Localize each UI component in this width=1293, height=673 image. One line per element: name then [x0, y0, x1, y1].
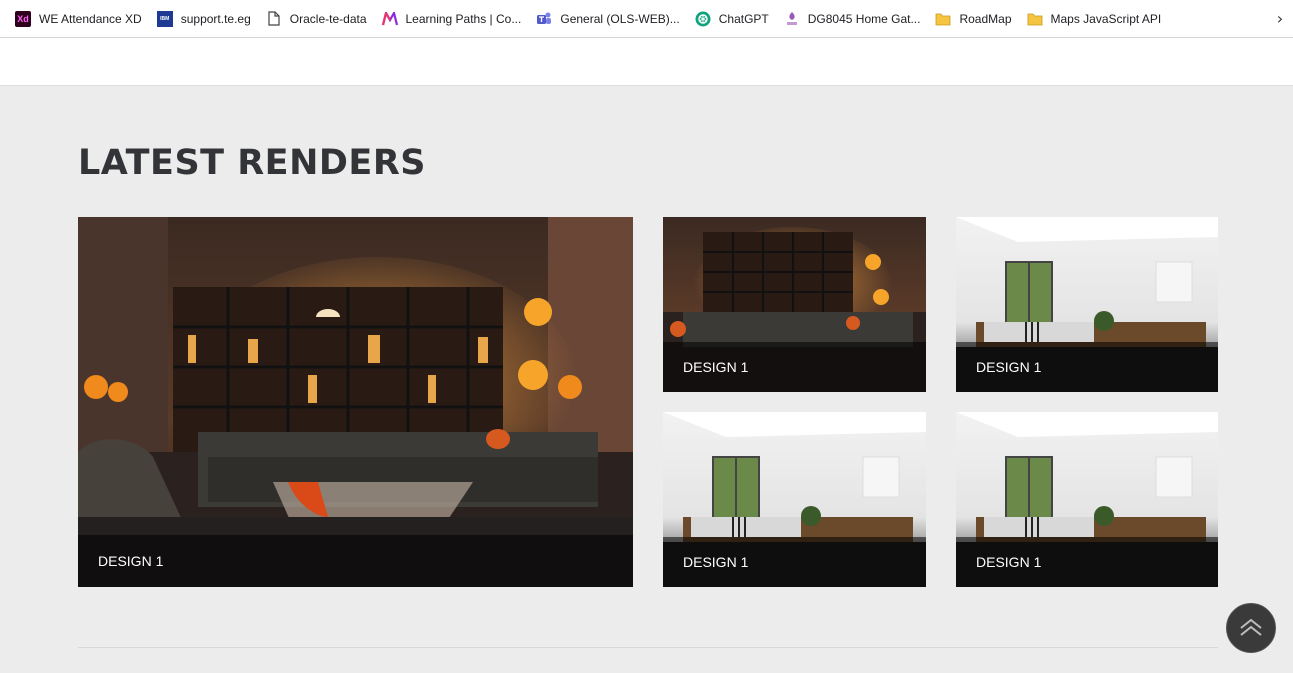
render-card-large[interactable]: DESIGN 1: [78, 217, 633, 587]
render-caption: DESIGN 1: [956, 537, 1218, 587]
bookmark-chatgpt[interactable]: ChatGPT: [692, 5, 777, 33]
section-title: LATEST RENDERS: [78, 143, 426, 183]
bookmark-maps-javascript-api[interactable]: Maps JavaScript API: [1024, 5, 1170, 33]
render-caption: DESIGN 1: [663, 537, 926, 587]
bookmark-label: Oracle-te-data: [289, 11, 367, 26]
bookmark-dg8045-home-gateway[interactable]: DG8045 Home Gat...: [781, 5, 929, 33]
render-caption: DESIGN 1: [956, 342, 1218, 392]
folder-icon: [1027, 11, 1043, 27]
page-icon: [266, 11, 282, 27]
bookmark-label: support.te.eg: [180, 11, 251, 26]
ibm-icon: IBM: [156, 10, 173, 27]
teams-icon: [536, 11, 552, 27]
bookmark-label: DG8045 Home Gat...: [807, 11, 921, 26]
bookmark-general-ols-web[interactable]: General (OLS-WEB)...: [533, 5, 687, 33]
bookmark-learning-paths[interactable]: Learning Paths | Co...: [379, 5, 530, 33]
chatgpt-icon: [695, 11, 711, 27]
bookmark-oracle-te-data[interactable]: Oracle-te-data: [263, 5, 375, 33]
render-caption: DESIGN 1: [78, 535, 633, 587]
bookmark-roadmap[interactable]: RoadMap: [932, 5, 1019, 33]
render-card[interactable]: DESIGN 1: [663, 217, 926, 392]
render-card[interactable]: DESIGN 1: [956, 217, 1218, 392]
bookmarks-bar: Xd WE Attendance XD IBM support.te.eg Or…: [0, 0, 1293, 38]
scroll-to-top-button[interactable]: [1226, 603, 1276, 653]
render-card[interactable]: DESIGN 1: [663, 412, 926, 587]
bookmark-label: Maps JavaScript API: [1050, 11, 1162, 26]
folder-icon: [935, 11, 951, 27]
double-chevron-up-icon: [1240, 618, 1262, 636]
bookmark-we-attendance-xd[interactable]: Xd WE Attendance XD: [12, 5, 150, 33]
render-card[interactable]: DESIGN 1: [956, 412, 1218, 587]
section-divider: [78, 647, 1218, 648]
bookmark-support-te-eg[interactable]: IBM support.te.eg: [154, 5, 259, 33]
bookmark-label: ChatGPT: [718, 11, 769, 26]
bookmark-label: General (OLS-WEB)...: [560, 11, 680, 26]
m-logo-icon: [381, 11, 398, 27]
more-bookmarks-chevron-icon[interactable]: ›: [1271, 10, 1289, 28]
render-image: [78, 217, 633, 587]
site-header: [0, 38, 1293, 86]
router-icon: [784, 11, 800, 27]
bookmark-label: WE Attendance XD: [39, 11, 142, 26]
bookmark-label: Learning Paths | Co...: [405, 11, 522, 26]
render-caption: DESIGN 1: [663, 342, 926, 392]
bookmark-label: RoadMap: [959, 11, 1012, 26]
adobe-xd-icon: Xd: [15, 10, 31, 27]
